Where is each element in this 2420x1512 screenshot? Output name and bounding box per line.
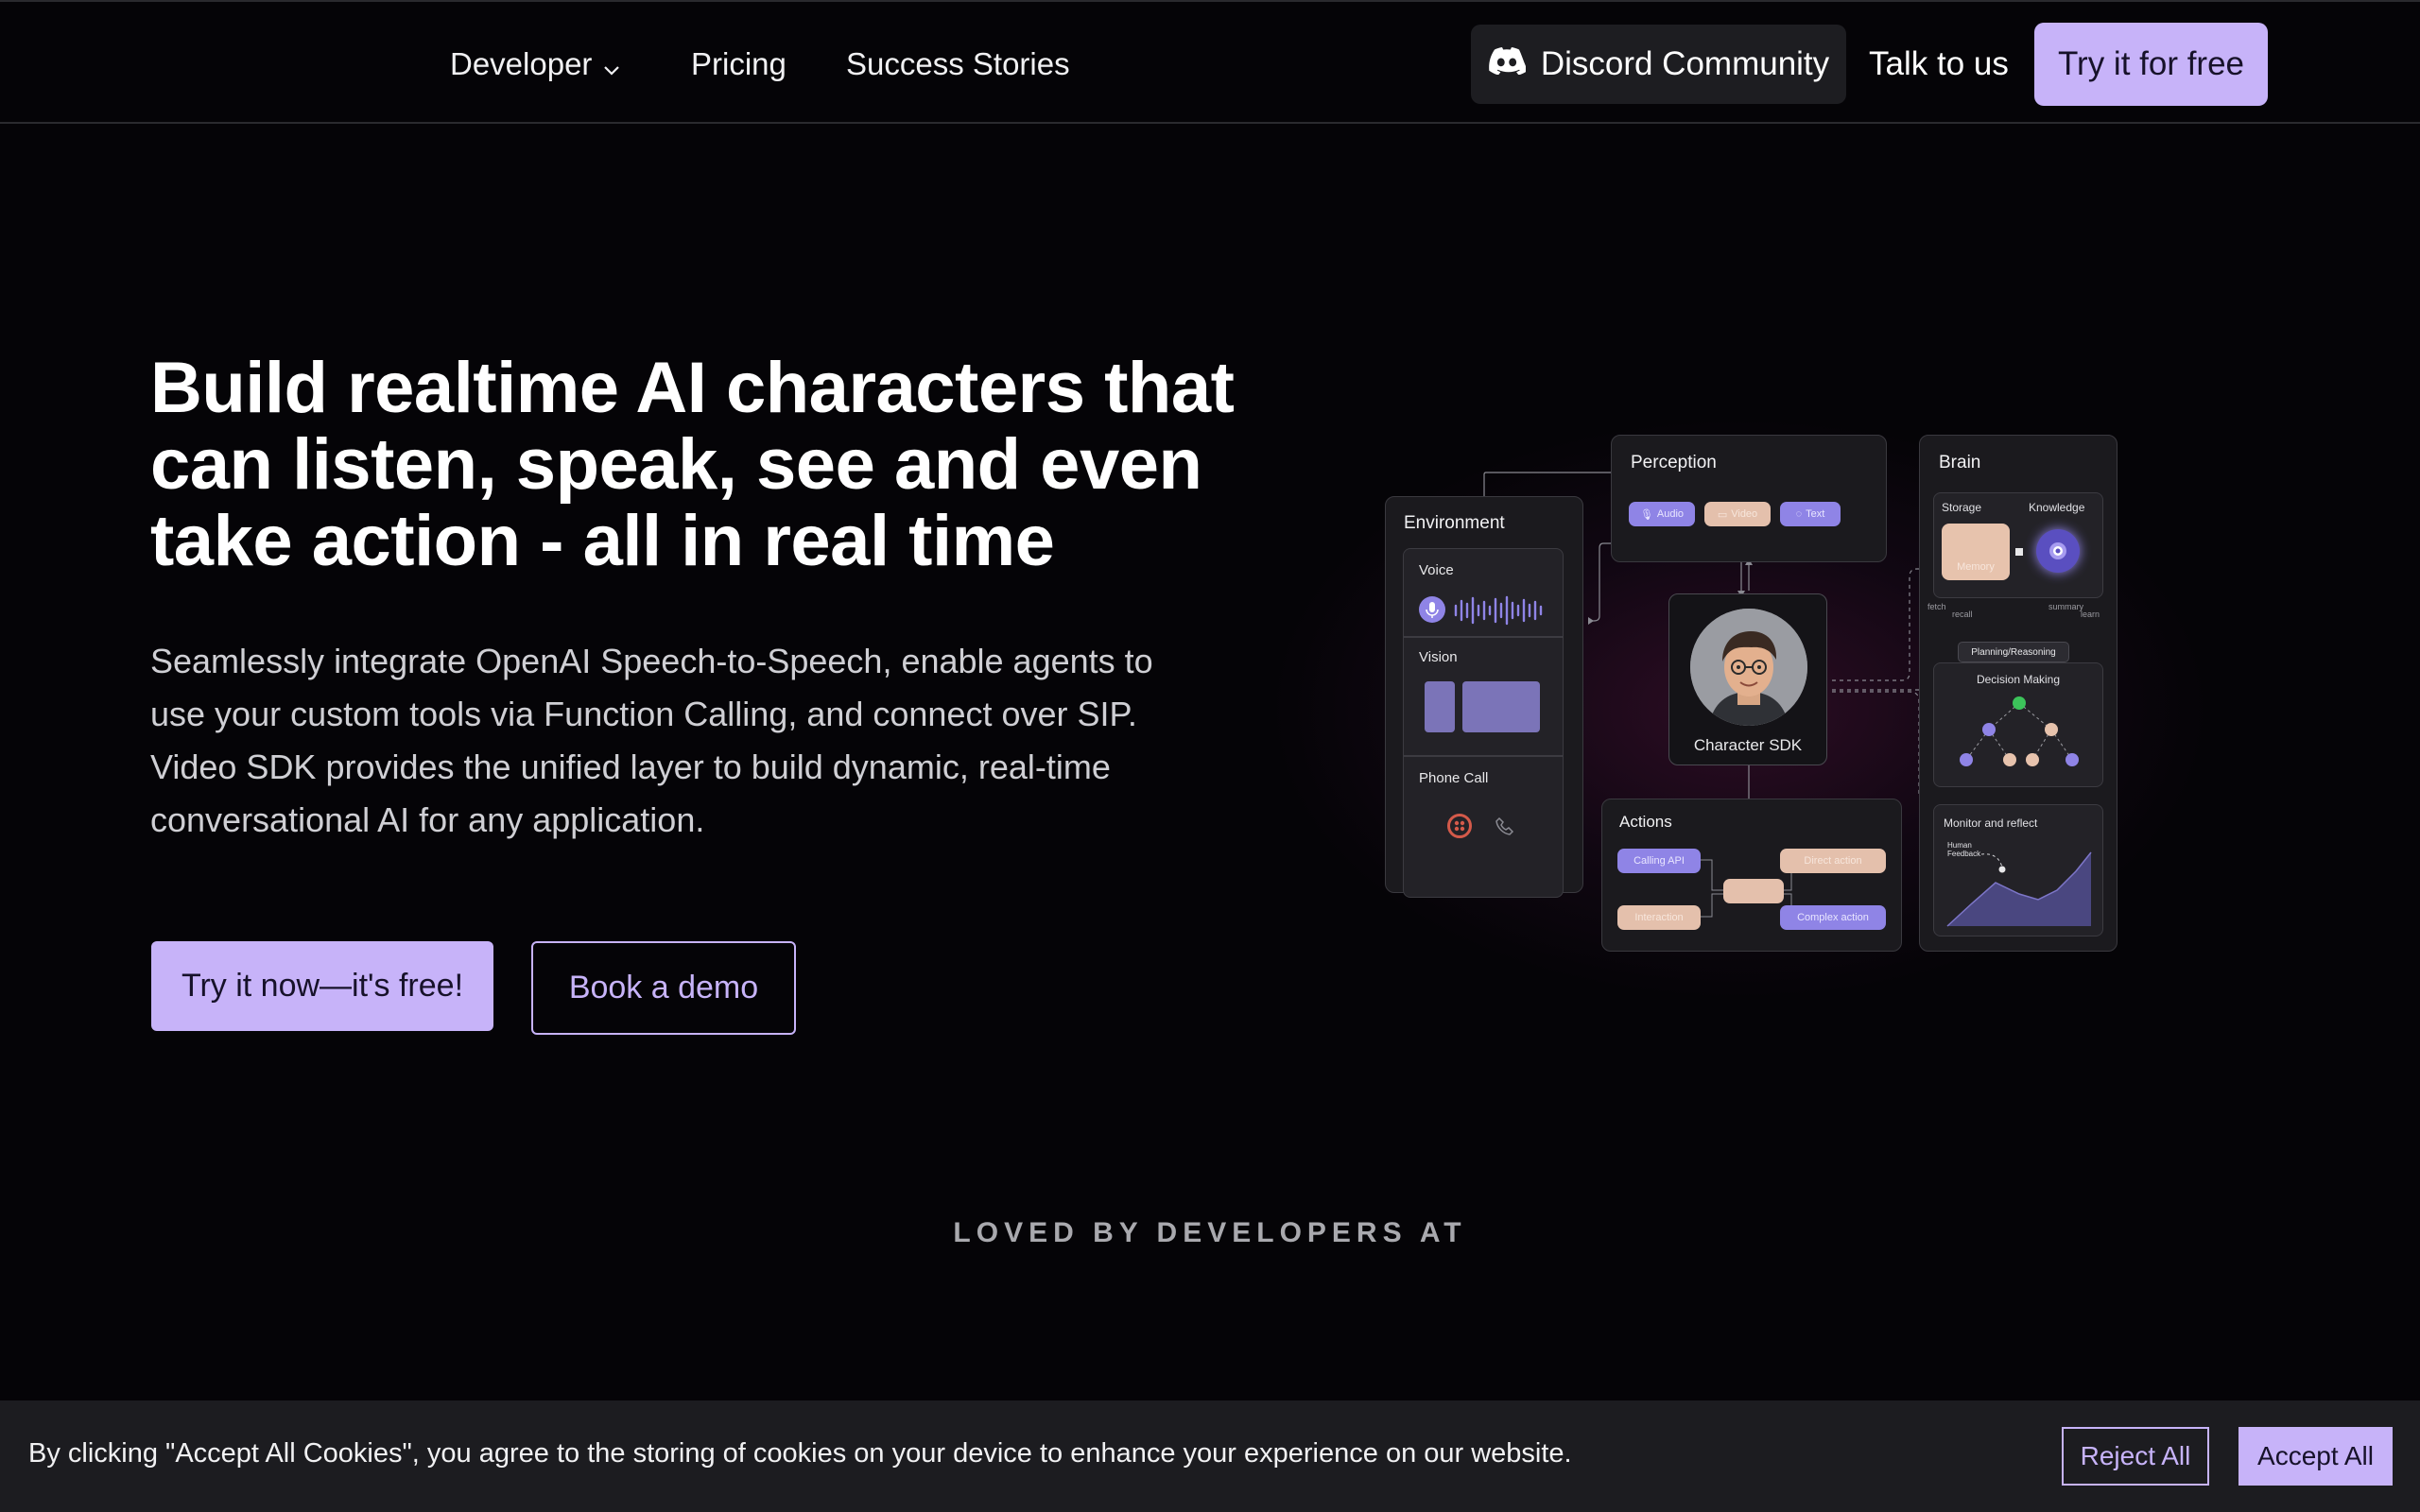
brain-panel: Brain Storage Knowledge Memory fetch rec… <box>1919 435 2118 952</box>
text-chip-label: Text <box>1806 508 1825 520</box>
loved-by-heading: LOVED BY DEVELOPERS AT <box>953 1217 1467 1248</box>
character-avatar <box>1690 609 1807 726</box>
storage-knowledge-box: Storage Knowledge Memory <box>1933 492 2103 598</box>
cookie-banner: By clicking "Accept All Cookies", you ag… <box>0 1400 2420 1512</box>
chevron-down-icon <box>603 47 620 85</box>
action-hub-chip <box>1723 879 1784 903</box>
direct-action-chip: Direct action <box>1780 849 1886 873</box>
planning-label: Planning/Reasoning <box>1971 646 2056 658</box>
fetch-label: fetch <box>1927 602 1946 611</box>
link-dot <box>2015 548 2023 556</box>
environment-inputs: Voice Vision Phone Call <box>1403 548 1564 898</box>
complex-action-chip: Complex action <box>1780 905 1886 930</box>
nav-pricing-link[interactable]: Pricing <box>691 45 786 83</box>
audio-chip-label: Audio <box>1656 508 1685 520</box>
character-sdk-panel: Character SDK <box>1668 593 1827 765</box>
summary-label: summary <box>2048 602 2084 611</box>
accept-all-button[interactable]: Accept All <box>2238 1427 2393 1486</box>
recall-label: recall <box>1952 610 1973 619</box>
video-icon: ▭ <box>1717 508 1728 521</box>
decision-tree-icon <box>1960 696 2079 766</box>
twilio-icon <box>1447 814 1472 838</box>
perception-panel: Perception 🎙 Audio ▭ Video ◌ Text <box>1611 435 1887 562</box>
hero-title: Build realtime AI characters that can li… <box>150 348 1235 581</box>
phone-icon <box>1495 816 1515 841</box>
video-chip-label: Video <box>1731 508 1758 520</box>
divider <box>1404 636 1563 638</box>
area-chart-icon <box>1946 851 2092 927</box>
book-demo-button[interactable]: Book a demo <box>531 941 796 1035</box>
knowledge-label: Knowledge <box>2029 501 2085 514</box>
environment-title: Environment <box>1404 513 1505 533</box>
discord-community-button[interactable]: Discord Community <box>1471 25 1846 104</box>
waveform-icon <box>1454 595 1543 626</box>
phone-call-label: Phone Call <box>1419 770 1489 786</box>
decision-making-box: Decision Making <box>1933 662 2103 787</box>
actions-panel: Actions Calling API Direct action Intera… <box>1601 799 1902 952</box>
knowledge-gear-icon <box>2036 529 2080 573</box>
video-chip: ▭ Video <box>1704 502 1771 526</box>
discord-icon <box>1488 45 1529 83</box>
character-sdk-label: Character SDK <box>1693 736 1803 754</box>
hero-description: Seamlessly integrate OpenAI Speech-to-Sp… <box>150 642 1153 839</box>
calling-api-chip: Calling API <box>1617 849 1701 873</box>
monitor-reflect-box: Monitor and reflect Human Feedback <box>1933 804 2103 936</box>
top-nav: Developer Pricing Success Stories Discor… <box>0 0 2420 124</box>
try-it-now-button[interactable]: Try it now—it's free! <box>151 941 493 1031</box>
monitor-reflect-label: Monitor and reflect <box>1944 816 2038 830</box>
discord-label: Discord Community <box>1540 45 1830 82</box>
brain-title: Brain <box>1939 453 1981 472</box>
memory-label: Memory <box>1957 561 1995 573</box>
audio-chip: 🎙 Audio <box>1629 502 1695 526</box>
nav-success-stories-link[interactable]: Success Stories <box>846 45 1070 83</box>
learn-label: learn <box>2081 610 2100 619</box>
environment-panel: Environment Voice Vision Phone Call <box>1385 496 1583 898</box>
decision-making-label: Decision Making <box>1976 673 2061 686</box>
chat-icon: ◌ <box>1795 508 1803 520</box>
nav-developer-label: Developer <box>450 46 593 81</box>
nav-developer-dropdown[interactable]: Developer <box>450 45 620 85</box>
architecture-diagram: Environment Voice Vision Phone Call Perc… <box>1267 397 2212 1002</box>
mic-icon <box>1419 596 1445 623</box>
perception-title: Perception <box>1631 453 1717 472</box>
vision-portrait-icon <box>1425 681 1455 732</box>
memory-block: Memory <box>1942 524 2010 580</box>
talk-to-us-link[interactable]: Talk to us <box>1869 45 2009 83</box>
planning-chip: Planning/Reasoning <box>1958 642 2069 662</box>
cookie-text: By clicking "Accept All Cookies", you ag… <box>28 1438 1572 1469</box>
reject-all-button[interactable]: Reject All <box>2062 1427 2209 1486</box>
text-chip: ◌ Text <box>1780 502 1841 526</box>
try-for-free-button[interactable]: Try it for free <box>2034 23 2268 106</box>
mic-icon: 🎙 <box>1639 508 1653 521</box>
vision-label: Vision <box>1419 649 1458 665</box>
vision-screen-icon <box>1462 681 1540 732</box>
voice-label: Voice <box>1419 562 1454 578</box>
interaction-chip: Interaction <box>1617 905 1701 930</box>
storage-label: Storage <box>1942 501 1982 514</box>
divider <box>1404 755 1563 757</box>
